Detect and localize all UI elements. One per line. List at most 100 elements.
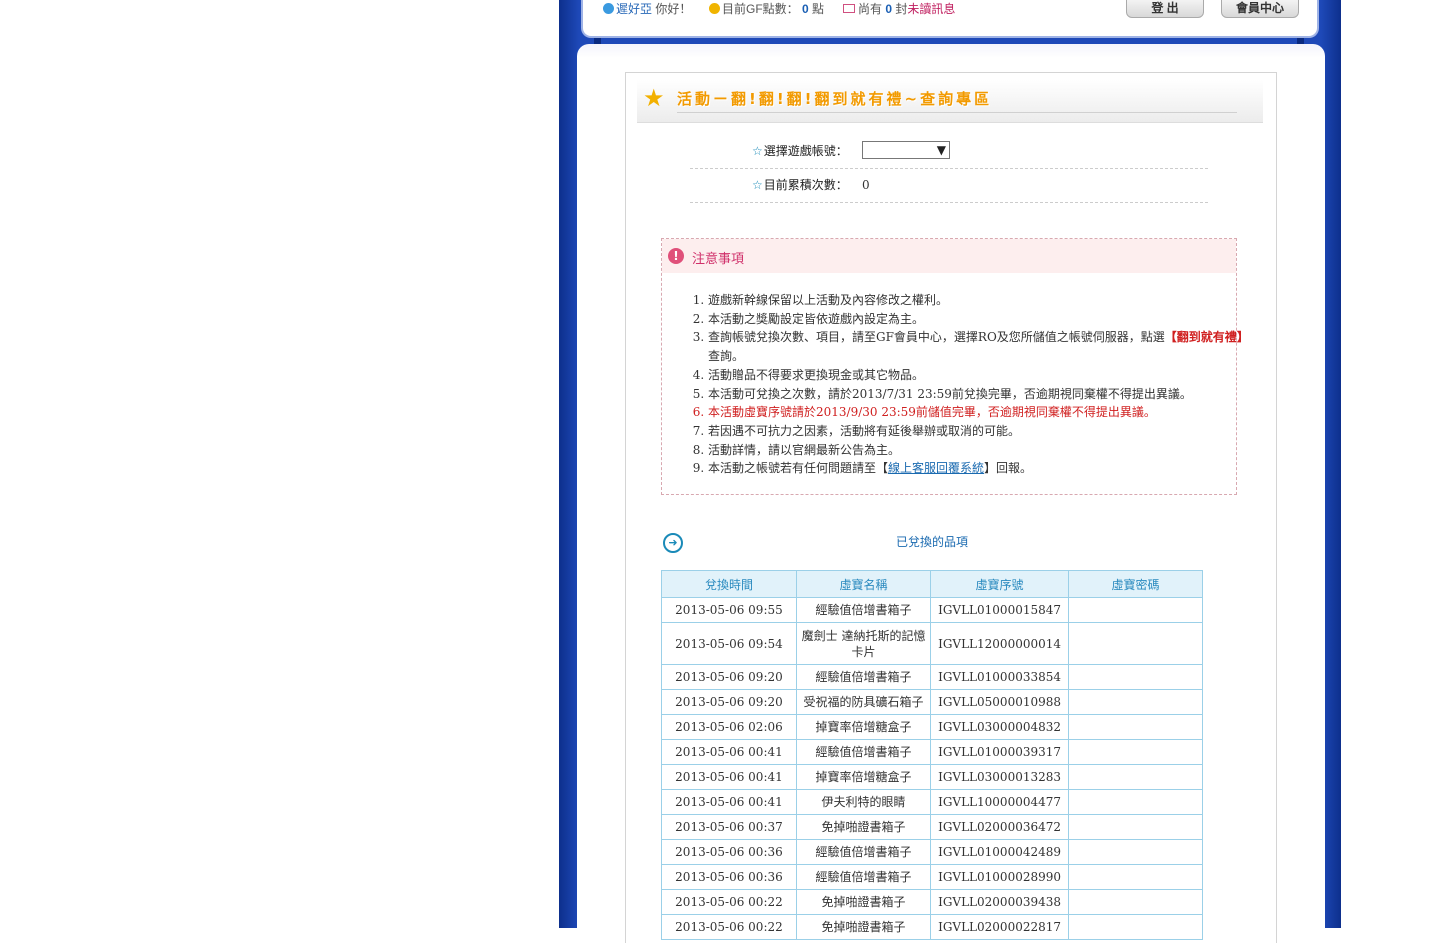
notice-header: ! 注意事項 bbox=[662, 239, 1236, 273]
cell-item-name: 伊夫利特的眼睛 bbox=[795, 789, 932, 815]
cell-password bbox=[1067, 622, 1204, 665]
chevron-down-icon: ▼ bbox=[936, 143, 946, 157]
notice-highlight: 【翻到就有禮】 bbox=[1164, 330, 1249, 345]
cell-serial: IGVLL01000042489 bbox=[930, 839, 1069, 865]
table-row: 2013-05-06 09:54 魔劍士 達納托斯的記憶卡片 IGVLL120000… bbox=[661, 622, 1204, 665]
member-topbar: 遲好亞 你好！ 目前GF點數： 0 點 尚有 0 封未讀訊息 登 出 會員中心 bbox=[581, 0, 1319, 38]
notice-item-text: 本活動之帳號若有任何問題請至【 bbox=[708, 461, 889, 476]
exclamation-icon: ! bbox=[668, 248, 684, 264]
notice-title: 注意事項 bbox=[692, 252, 745, 267]
logout-button[interactable]: 登 出 bbox=[1126, 0, 1204, 18]
cell-serial: IGVLL12000000014 bbox=[930, 622, 1069, 665]
points-label: 目前GF點數： bbox=[722, 2, 799, 16]
count-value: 0 bbox=[862, 178, 870, 192]
cell-item-name: 經驗值倍增書箱子 bbox=[795, 839, 932, 865]
cell-password bbox=[1067, 914, 1204, 940]
cell-password bbox=[1067, 864, 1204, 890]
envelope-icon bbox=[843, 4, 855, 13]
notice-item: 本活動之獎勵設定皆依遊戲內設定為主。 bbox=[708, 310, 1254, 329]
cell-item-name: 免掉啪證書箱子 bbox=[795, 914, 932, 940]
cell-serial: IGVLL05000010988 bbox=[930, 689, 1069, 715]
table-row: 2013-05-06 00:41 伊夫利特的眼睛 IGVLL10000004477 bbox=[661, 789, 1204, 815]
user-greeting: 遲好亞 你好！ bbox=[603, 0, 691, 17]
cell-password bbox=[1067, 814, 1204, 840]
smile-icon bbox=[603, 3, 614, 14]
cell-time: 2013-05-06 00:36 bbox=[661, 839, 797, 865]
cell-time: 2013-05-06 00:41 bbox=[661, 739, 797, 765]
game-account-select[interactable]: ▼ bbox=[862, 141, 950, 159]
cell-serial: IGVLL02000039438 bbox=[930, 889, 1069, 915]
cell-item-name: 經驗值倍增書箱子 bbox=[795, 597, 932, 623]
table-body: 2013-05-06 09:55 經驗值倍增書箱子 IGVLL01000015847… bbox=[661, 597, 1204, 940]
customer-service-link[interactable]: 線上客服回覆系統 bbox=[888, 461, 984, 475]
column-header-serial: 虛寶序號 bbox=[930, 570, 1069, 598]
arrow-right-circle-icon: ➜ bbox=[663, 533, 683, 553]
notice-item: 活動詳情，請以官網最新公告為主。 bbox=[708, 441, 1254, 460]
column-header-name: 虛寶名稱 bbox=[795, 570, 932, 598]
cell-password bbox=[1067, 839, 1204, 865]
unread-messages-link[interactable]: 未讀訊息 bbox=[907, 2, 955, 16]
cell-serial: IGVLL01000015847 bbox=[930, 597, 1069, 623]
cell-password bbox=[1067, 789, 1204, 815]
cell-item-name: 掉寶率倍增糖盒子 bbox=[795, 714, 932, 740]
cell-time: 2013-05-06 00:37 bbox=[661, 814, 797, 840]
cell-serial: IGVLL01000028990 bbox=[930, 864, 1069, 890]
cell-item-name: 經驗值倍增書箱子 bbox=[795, 864, 932, 890]
points-unit: 點 bbox=[812, 2, 825, 16]
cell-time: 2013-05-06 09:20 bbox=[661, 664, 797, 690]
notice-list: 遊戲新幹線保留以上活動及內容修改之權利。 本活動之獎勵設定皆依遊戲內設定為主。 … bbox=[678, 291, 1254, 478]
notice-item: 本活動之帳號若有任何問題請至【線上客服回覆系統】回報。 bbox=[708, 459, 1254, 478]
star-bullet-icon: ☆ bbox=[752, 144, 763, 158]
cell-password bbox=[1067, 739, 1204, 765]
redeemed-section-title: 已兌換的品項 bbox=[896, 535, 969, 549]
cell-serial: IGVLL02000036472 bbox=[930, 814, 1069, 840]
notice-item: 活動贈品不得要求更換現金或其它物品。 bbox=[708, 366, 1254, 385]
cell-time: 2013-05-06 02:06 bbox=[661, 714, 797, 740]
table-row: 2013-05-06 09:20 受祝福的防具礦石箱子 IGVLL050000109… bbox=[661, 689, 1204, 715]
cell-time: 2013-05-06 00:22 bbox=[661, 914, 797, 940]
notice-item-text: 查詢帳號兌換次數、項目，請至GF會員中心，選擇RO及您所儲值之帳號伺服器，點選 bbox=[708, 330, 1165, 345]
cell-item-name: 經驗值倍增書箱子 bbox=[795, 739, 932, 765]
mail-status[interactable]: 尚有 0 封未讀訊息 bbox=[843, 0, 955, 17]
cell-item-name: 免掉啪證書箱子 bbox=[795, 889, 932, 915]
member-center-button[interactable]: 會員中心 bbox=[1221, 0, 1299, 18]
table-row: 2013-05-06 09:20 經驗值倍增書箱子 IGVLL01000033854 bbox=[661, 664, 1204, 690]
notice-item-text: 】回報。 bbox=[984, 461, 1033, 476]
account-label: ☆選擇遊戲帳號： bbox=[752, 142, 848, 159]
points-display: 目前GF點數： 0 點 bbox=[709, 0, 824, 17]
notice-box: ! 注意事項 遊戲新幹線保留以上活動及內容修改之權利。 本活動之獎勵設定皆依遊戲… bbox=[661, 238, 1249, 495]
notice-item: 若因遇不可抗力之因素，活動將有延後舉辦或取消的可能。 bbox=[708, 422, 1254, 441]
cell-time: 2013-05-06 00:41 bbox=[661, 764, 797, 790]
notice-item: 本活動可兌換之次數，請於2013/7/31 23:59前兌換完畢，否逾期視同棄權… bbox=[708, 385, 1254, 404]
cell-serial: IGVLL10000004477 bbox=[930, 789, 1069, 815]
count-label: ☆目前累積次數： bbox=[752, 176, 848, 193]
mail-unit: 封 bbox=[895, 2, 908, 16]
mail-count: 0 bbox=[885, 2, 893, 16]
table-row: 2013-05-06 00:41 經驗值倍增書箱子 IGVLL01000039317 bbox=[661, 739, 1204, 765]
star-bullet-icon: ☆ bbox=[752, 178, 763, 192]
cell-serial: IGVLL02000022817 bbox=[930, 914, 1069, 940]
cell-item-name: 受祝福的防具礦石箱子 bbox=[795, 689, 932, 715]
account-label-text: 選擇遊戲帳號： bbox=[763, 144, 848, 158]
cell-password bbox=[1067, 764, 1204, 790]
table-header-row: 兌換時間 虛寶名稱 虛寶序號 虛寶密碼 bbox=[661, 570, 1204, 598]
notice-item-warning: 本活動虛寶序號請於2013/9/30 23:59前儲值完畢，否逾期視同棄權不得提… bbox=[708, 403, 1254, 422]
redeemed-items-table: 兌換時間 虛寶名稱 虛寶序號 虛寶密碼 2013-05-06 09:55 經驗值倍… bbox=[661, 570, 1204, 940]
cell-time: 2013-05-06 09:20 bbox=[661, 689, 797, 715]
cell-password bbox=[1067, 689, 1204, 715]
coin-icon bbox=[709, 3, 720, 14]
cell-password bbox=[1067, 664, 1204, 690]
event-title-bar: ★ 活動ㄧ翻!翻!翻!翻到就有禮~查詢專區 bbox=[637, 80, 1263, 123]
username-link[interactable]: 遲好亞 bbox=[616, 2, 652, 16]
cell-password bbox=[1067, 597, 1204, 623]
cell-serial: IGVLL01000033854 bbox=[930, 664, 1069, 690]
stars-icon: ★ bbox=[643, 84, 665, 112]
table-row: 2013-05-06 00:22 免掉啪證書箱子 IGVLL02000039438 bbox=[661, 889, 1204, 915]
greeting-text: 你好！ bbox=[655, 2, 692, 16]
cell-item-name: 經驗值倍增書箱子 bbox=[795, 664, 932, 690]
cell-serial: IGVLL01000039317 bbox=[930, 739, 1069, 765]
cell-time: 2013-05-06 00:41 bbox=[661, 789, 797, 815]
cell-password bbox=[1067, 889, 1204, 915]
table-row: 2013-05-06 09:55 經驗值倍增書箱子 IGVLL01000015847 bbox=[661, 597, 1204, 623]
cell-password bbox=[1067, 714, 1204, 740]
